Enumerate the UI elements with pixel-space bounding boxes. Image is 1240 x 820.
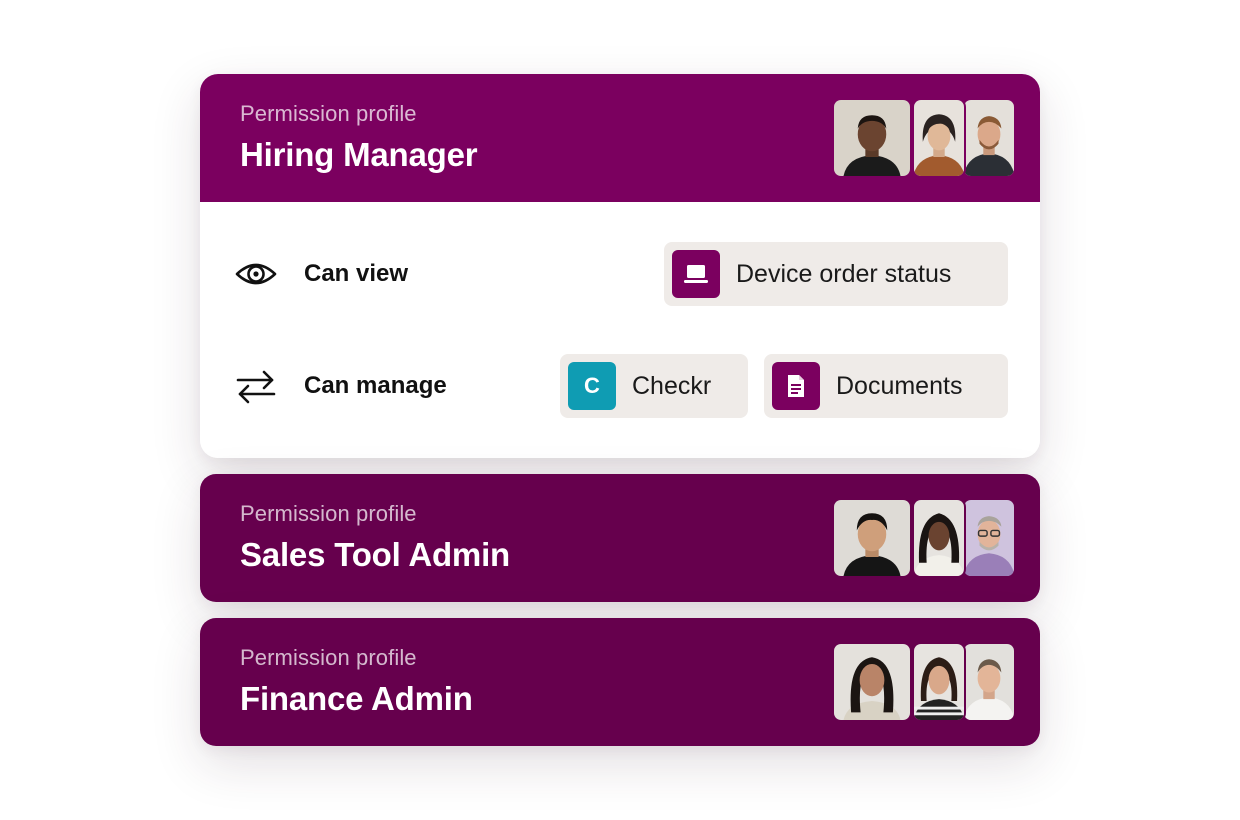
permission-label: Can manage — [304, 372, 447, 399]
permission-profiles-stack: Permission profile Hiring Manager Can vi… — [0, 0, 1240, 820]
permission-row-can-view: Can view Device order status — [200, 242, 1040, 306]
permission-label: Can view — [304, 260, 409, 287]
chip-documents[interactable]: Documents — [764, 354, 1008, 418]
chip-checkr[interactable]: C Checkr — [560, 354, 748, 418]
avatar — [912, 498, 966, 578]
avatar — [962, 642, 1016, 722]
profile-card-sales-tool-admin[interactable]: Permission profile Sales Tool Admin — [200, 474, 1040, 602]
profile-card-header[interactable]: Permission profile Finance Admin — [200, 618, 1040, 746]
document-icon — [772, 362, 820, 410]
profile-card-body: Can view Device order status Can manage … — [200, 202, 1040, 458]
eye-icon — [234, 254, 278, 294]
avatar-group — [832, 98, 1016, 178]
profile-card-finance-admin[interactable]: Permission profile Finance Admin — [200, 618, 1040, 746]
profile-card-header[interactable]: Permission profile Hiring Manager — [200, 74, 1040, 202]
chip-label: Device order status — [736, 259, 952, 288]
permission-row-can-manage: Can manage C Checkr Documents — [200, 354, 1040, 418]
laptop-icon — [672, 250, 720, 298]
chip-label: Documents — [836, 371, 963, 400]
avatar — [832, 498, 912, 578]
avatar — [832, 642, 912, 722]
avatar — [962, 498, 1016, 578]
avatar — [912, 98, 966, 178]
profile-card-header[interactable]: Permission profile Sales Tool Admin — [200, 474, 1040, 602]
avatar — [912, 642, 966, 722]
checkr-logo-icon: C — [568, 362, 616, 410]
arrows-swap-icon — [234, 366, 278, 406]
avatar-group — [832, 642, 1016, 722]
avatar — [962, 98, 1016, 178]
avatar-group — [832, 498, 1016, 578]
profile-card-hiring-manager[interactable]: Permission profile Hiring Manager Can vi… — [200, 74, 1040, 458]
avatar — [832, 98, 912, 178]
chip-label: Checkr — [632, 371, 712, 400]
chip-device-order-status[interactable]: Device order status — [664, 242, 1008, 306]
